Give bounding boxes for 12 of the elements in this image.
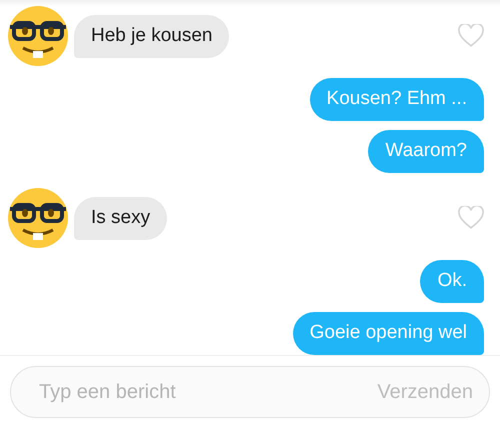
message-bubble: Kousen? Ehm ... [310,78,484,121]
message-input[interactable]: Typ een bericht Verzenden [10,366,490,418]
message-bubble: Ok. [420,260,484,303]
nerd-emoji-icon [8,6,68,66]
nerd-emoji-icon [8,188,68,248]
heart-icon[interactable] [458,24,484,48]
message-bubble: Waarom? [368,130,484,173]
message-bubble: Heb je kousen [74,14,230,58]
send-button[interactable]: Verzenden [377,380,473,404]
heart-icon[interactable] [458,206,484,230]
message-bubble: Goeie opening wel [292,312,484,355]
message-bubble: Is sexy [74,196,168,240]
